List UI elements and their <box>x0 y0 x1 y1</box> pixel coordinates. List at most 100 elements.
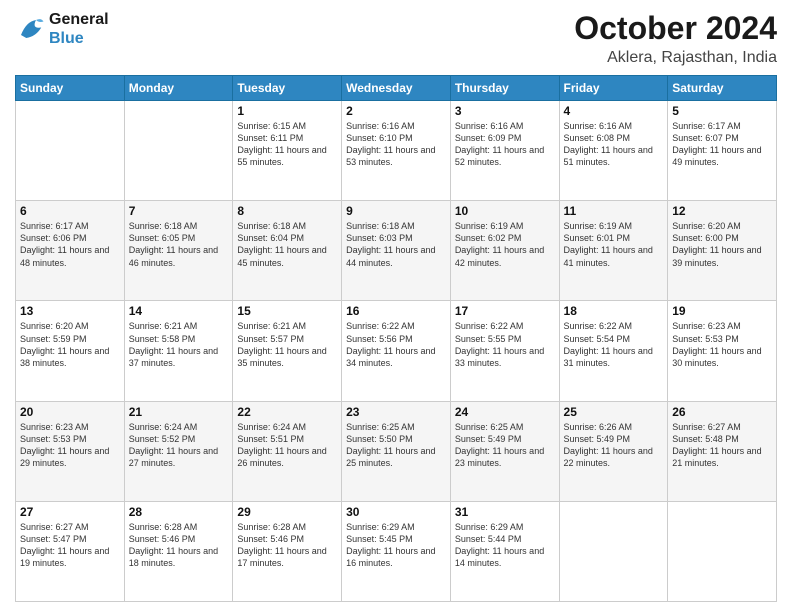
cell-info: Sunrise: 6:22 AMSunset: 5:56 PMDaylight:… <box>346 320 446 369</box>
cell-info: Sunrise: 6:29 AMSunset: 5:44 PMDaylight:… <box>455 521 555 570</box>
cell-info: Sunrise: 6:20 AMSunset: 5:59 PMDaylight:… <box>20 320 120 369</box>
calendar-cell: 21 Sunrise: 6:24 AMSunset: 5:52 PMDayligh… <box>124 401 233 501</box>
day-number: 3 <box>455 104 555 118</box>
day-number: 4 <box>564 104 664 118</box>
cell-info: Sunrise: 6:24 AMSunset: 5:52 PMDaylight:… <box>129 421 229 470</box>
cell-info: Sunrise: 6:26 AMSunset: 5:49 PMDaylight:… <box>564 421 664 470</box>
cell-info: Sunrise: 6:16 AMSunset: 6:10 PMDaylight:… <box>346 120 446 169</box>
calendar-week-3: 13 Sunrise: 6:20 AMSunset: 5:59 PMDayligh… <box>16 301 777 401</box>
calendar-week-4: 20Sunrise: 6:23 AMSunset: 5:53 PMDayligh… <box>16 401 777 501</box>
header-day-sunday: Sunday <box>16 76 125 101</box>
day-number: 27 <box>20 505 120 519</box>
day-number: 7 <box>129 204 229 218</box>
calendar-cell <box>124 101 233 201</box>
day-number: 23 <box>346 405 446 419</box>
calendar-cell: 30 Sunrise: 6:29 AMSunset: 5:45 PMDayligh… <box>342 501 451 601</box>
day-number: 13 <box>20 304 120 318</box>
calendar-cell: 13 Sunrise: 6:20 AMSunset: 5:59 PMDayligh… <box>16 301 125 401</box>
main-title: October 2024 <box>574 10 777 47</box>
calendar-cell: 26Sunrise: 6:27 AMSunset: 5:48 PMDayligh… <box>668 401 777 501</box>
cell-info: Sunrise: 6:19 AMSunset: 6:01 PMDaylight:… <box>564 220 664 269</box>
day-number: 21 <box>129 405 229 419</box>
cell-info: Sunrise: 6:28 AMSunset: 5:46 PMDaylight:… <box>129 521 229 570</box>
calendar-week-1: 1Sunrise: 6:15 AMSunset: 6:11 PMDaylight… <box>16 101 777 201</box>
calendar-cell: 15 Sunrise: 6:21 AMSunset: 5:57 PMDayligh… <box>233 301 342 401</box>
calendar-cell: 18Sunrise: 6:22 AMSunset: 5:54 PMDayligh… <box>559 301 668 401</box>
calendar-cell <box>16 101 125 201</box>
calendar-cell: 7 Sunrise: 6:18 AMSunset: 6:05 PMDaylight… <box>124 201 233 301</box>
day-number: 29 <box>237 505 337 519</box>
day-number: 2 <box>346 104 446 118</box>
day-number: 28 <box>129 505 229 519</box>
cell-info: Sunrise: 6:25 AMSunset: 5:49 PMDaylight:… <box>455 421 555 470</box>
page: General Blue October 2024 Aklera, Rajast… <box>0 0 792 612</box>
calendar-cell: 2 Sunrise: 6:16 AMSunset: 6:10 PMDaylight… <box>342 101 451 201</box>
cell-info: Sunrise: 6:15 AMSunset: 6:11 PMDaylight:… <box>237 120 337 169</box>
calendar-cell: 20Sunrise: 6:23 AMSunset: 5:53 PMDayligh… <box>16 401 125 501</box>
calendar-cell: 6Sunrise: 6:17 AMSunset: 6:06 PMDaylight… <box>16 201 125 301</box>
header-day-friday: Friday <box>559 76 668 101</box>
sub-title: Aklera, Rajasthan, India <box>574 49 777 67</box>
cell-info: Sunrise: 6:18 AMSunset: 6:04 PMDaylight:… <box>237 220 337 269</box>
calendar-cell: 19 Sunrise: 6:23 AMSunset: 5:53 PMDayligh… <box>668 301 777 401</box>
day-number: 17 <box>455 304 555 318</box>
day-number: 20 <box>20 405 120 419</box>
calendar-cell: 4 Sunrise: 6:16 AMSunset: 6:08 PMDaylight… <box>559 101 668 201</box>
day-number: 19 <box>672 304 772 318</box>
calendar-cell: 27 Sunrise: 6:27 AMSunset: 5:47 PMDayligh… <box>16 501 125 601</box>
calendar-cell: 11Sunrise: 6:19 AMSunset: 6:01 PMDayligh… <box>559 201 668 301</box>
logo: General Blue <box>15 10 109 48</box>
calendar-cell: 12 Sunrise: 6:20 AMSunset: 6:00 PMDayligh… <box>668 201 777 301</box>
calendar-cell <box>668 501 777 601</box>
day-number: 31 <box>455 505 555 519</box>
cell-info: Sunrise: 6:20 AMSunset: 6:00 PMDaylight:… <box>672 220 772 269</box>
cell-info: Sunrise: 6:27 AMSunset: 5:47 PMDaylight:… <box>20 521 120 570</box>
calendar-cell: 24 Sunrise: 6:25 AMSunset: 5:49 PMDayligh… <box>450 401 559 501</box>
cell-info: Sunrise: 6:18 AMSunset: 6:03 PMDaylight:… <box>346 220 446 269</box>
cell-info: Sunrise: 6:16 AMSunset: 6:08 PMDaylight:… <box>564 120 664 169</box>
cell-info: Sunrise: 6:21 AMSunset: 5:58 PMDaylight:… <box>129 320 229 369</box>
calendar-cell: 25 Sunrise: 6:26 AMSunset: 5:49 PMDayligh… <box>559 401 668 501</box>
day-number: 14 <box>129 304 229 318</box>
day-number: 30 <box>346 505 446 519</box>
calendar-cell: 9 Sunrise: 6:18 AMSunset: 6:03 PMDaylight… <box>342 201 451 301</box>
header-day-monday: Monday <box>124 76 233 101</box>
cell-info: Sunrise: 6:29 AMSunset: 5:45 PMDaylight:… <box>346 521 446 570</box>
day-number: 10 <box>455 204 555 218</box>
calendar-cell: 29 Sunrise: 6:28 AMSunset: 5:46 PMDayligh… <box>233 501 342 601</box>
calendar-cell: 28 Sunrise: 6:28 AMSunset: 5:46 PMDayligh… <box>124 501 233 601</box>
day-number: 15 <box>237 304 337 318</box>
cell-info: Sunrise: 6:21 AMSunset: 5:57 PMDaylight:… <box>237 320 337 369</box>
day-number: 9 <box>346 204 446 218</box>
header-day-saturday: Saturday <box>668 76 777 101</box>
cell-info: Sunrise: 6:22 AMSunset: 5:55 PMDaylight:… <box>455 320 555 369</box>
calendar-cell: 5Sunrise: 6:17 AMSunset: 6:07 PMDaylight… <box>668 101 777 201</box>
cell-info: Sunrise: 6:28 AMSunset: 5:46 PMDaylight:… <box>237 521 337 570</box>
logo-bird-icon <box>15 14 45 44</box>
calendar-week-5: 27 Sunrise: 6:27 AMSunset: 5:47 PMDayligh… <box>16 501 777 601</box>
calendar-cell: 1Sunrise: 6:15 AMSunset: 6:11 PMDaylight… <box>233 101 342 201</box>
cell-info: Sunrise: 6:16 AMSunset: 6:09 PMDaylight:… <box>455 120 555 169</box>
day-number: 12 <box>672 204 772 218</box>
day-number: 22 <box>237 405 337 419</box>
day-number: 6 <box>20 204 120 218</box>
logo-text: General Blue <box>49 10 109 48</box>
day-number: 24 <box>455 405 555 419</box>
calendar-cell: 17 Sunrise: 6:22 AMSunset: 5:55 PMDayligh… <box>450 301 559 401</box>
calendar-cell: 23Sunrise: 6:25 AMSunset: 5:50 PMDayligh… <box>342 401 451 501</box>
cell-info: Sunrise: 6:18 AMSunset: 6:05 PMDaylight:… <box>129 220 229 269</box>
calendar-body: 1Sunrise: 6:15 AMSunset: 6:11 PMDaylight… <box>16 101 777 602</box>
calendar-cell: 8Sunrise: 6:18 AMSunset: 6:04 PMDaylight… <box>233 201 342 301</box>
calendar-cell: 10 Sunrise: 6:19 AMSunset: 6:02 PMDayligh… <box>450 201 559 301</box>
day-number: 26 <box>672 405 772 419</box>
calendar-table: SundayMondayTuesdayWednesdayThursdayFrid… <box>15 75 777 602</box>
cell-info: Sunrise: 6:23 AMSunset: 5:53 PMDaylight:… <box>672 320 772 369</box>
calendar-cell: 22 Sunrise: 6:24 AMSunset: 5:51 PMDayligh… <box>233 401 342 501</box>
cell-info: Sunrise: 6:24 AMSunset: 5:51 PMDaylight:… <box>237 421 337 470</box>
header: General Blue October 2024 Aklera, Rajast… <box>15 10 777 67</box>
day-number: 16 <box>346 304 446 318</box>
cell-info: Sunrise: 6:19 AMSunset: 6:02 PMDaylight:… <box>455 220 555 269</box>
day-number: 25 <box>564 405 664 419</box>
calendar-header: SundayMondayTuesdayWednesdayThursdayFrid… <box>16 76 777 101</box>
title-block: October 2024 Aklera, Rajasthan, India <box>574 10 777 67</box>
